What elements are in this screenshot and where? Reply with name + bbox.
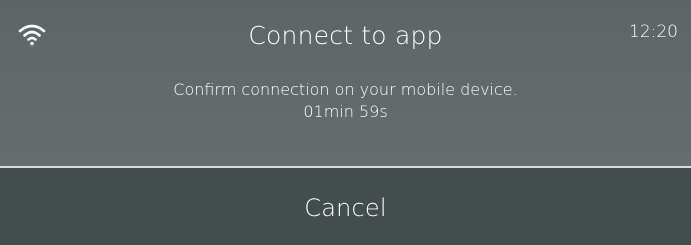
cancel-button[interactable]: Cancel [0, 168, 691, 245]
dialog-panel: Connect to app 12:20 Confirm connection … [0, 0, 691, 166]
confirmation-text: Confirm connection on your mobile device… [173, 80, 518, 99]
connect-to-app-screen: Connect to app 12:20 Confirm connection … [0, 0, 691, 245]
countdown-timer: 01min 59s [303, 102, 388, 121]
page-title: Connect to app [248, 21, 443, 50]
confirmation-message: Confirm connection on your mobile device… [0, 79, 691, 123]
status-clock: 12:20 [629, 22, 678, 42]
cancel-button-label: Cancel [304, 193, 387, 222]
